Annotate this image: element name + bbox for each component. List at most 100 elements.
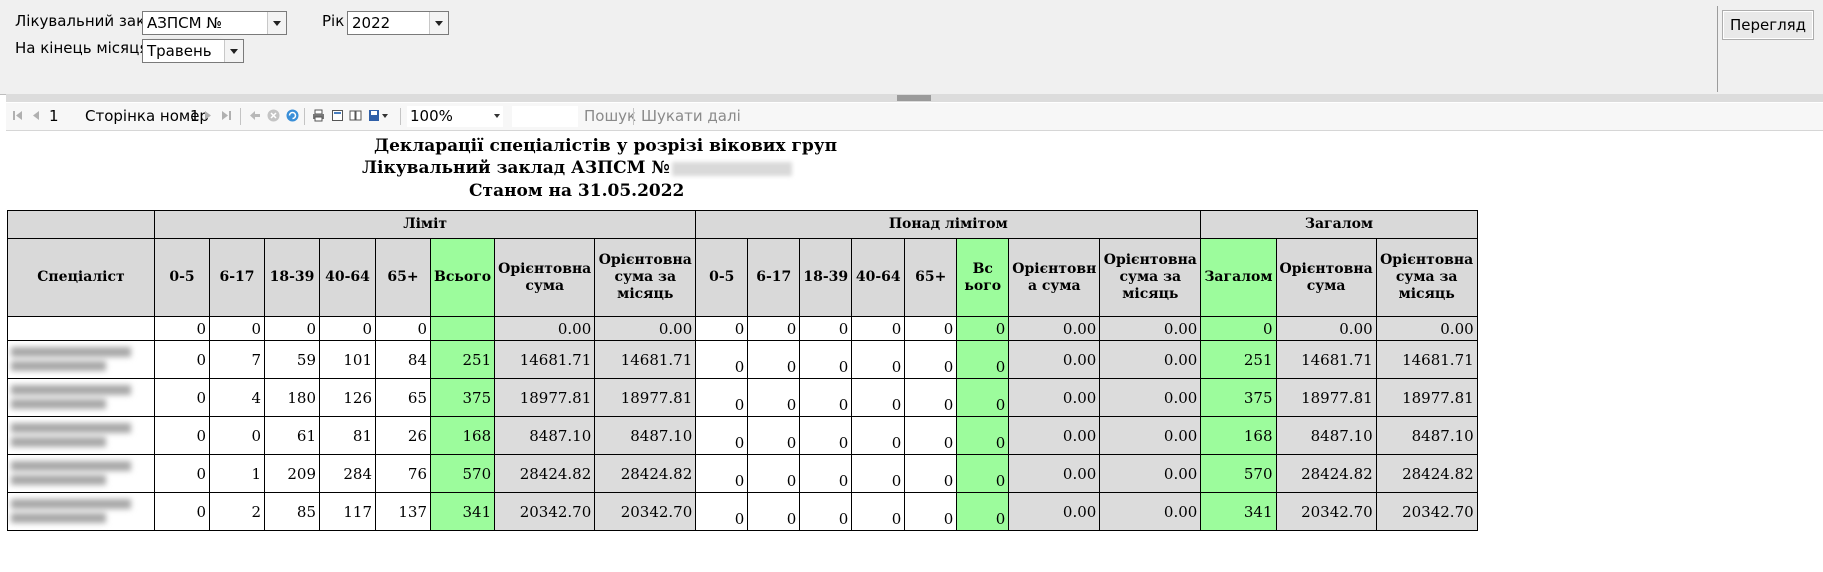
total-cell: 341 xyxy=(1200,492,1277,531)
first-page-icon[interactable] xyxy=(11,109,24,122)
over-cell: 0 xyxy=(956,378,1010,417)
limit-cell: 28424.82 xyxy=(494,454,596,493)
search-input[interactable] xyxy=(512,106,578,127)
limit-cell: 570 xyxy=(429,454,496,493)
total-cell: 375 xyxy=(1200,378,1277,417)
view-report-button[interactable]: Перегляд xyxy=(1722,10,1814,40)
over-cell: 0 xyxy=(851,316,906,341)
limit-cell: 0 xyxy=(154,378,210,417)
over-cell: 0 xyxy=(799,316,853,341)
column-header: Орієнтовна сума xyxy=(1275,238,1377,317)
column-header: 18-39 xyxy=(264,238,320,317)
search-button[interactable]: Пошук xyxy=(584,107,636,125)
limit-cell: 0.00 xyxy=(494,316,596,341)
limit-cell: 18977.81 xyxy=(494,378,596,417)
chevron-down-icon[interactable] xyxy=(224,40,243,62)
specialist-name-cell xyxy=(7,454,155,493)
specialist-name-cell xyxy=(7,416,155,455)
facility-select[interactable]: АЗПСМ № xyxy=(142,11,287,52)
last-page-icon[interactable] xyxy=(220,109,233,122)
chevron-down-icon[interactable] xyxy=(381,109,389,122)
chevron-down-icon[interactable] xyxy=(267,12,286,34)
year-select[interactable]: 2022 xyxy=(347,11,449,35)
column-header: 40-64 xyxy=(319,238,376,317)
column-header: Загалом xyxy=(1200,238,1277,317)
over-cell: 0.00 xyxy=(1099,454,1202,493)
export-icon[interactable] xyxy=(368,109,381,122)
over-cell: 0 xyxy=(799,416,853,455)
page-setup-icon[interactable] xyxy=(349,109,362,122)
redacted-name xyxy=(11,343,151,377)
print-layout-icon[interactable] xyxy=(331,109,344,122)
limit-cell: 180 xyxy=(264,378,320,417)
over-cell: 0.00 xyxy=(1008,316,1101,341)
over-cell: 0 xyxy=(695,492,749,531)
limit-cell: 0 xyxy=(154,316,210,341)
refresh-icon[interactable] xyxy=(286,109,299,122)
back-icon[interactable] xyxy=(248,109,261,122)
column-header: 6-17 xyxy=(209,238,265,317)
over-cell: 0 xyxy=(695,316,749,341)
redacted-name xyxy=(11,457,151,491)
previous-page-icon[interactable] xyxy=(29,109,42,122)
next-page-icon[interactable] xyxy=(202,109,215,122)
over-cell: 0 xyxy=(904,316,958,341)
panel-divider xyxy=(1717,6,1718,92)
over-cell: 0 xyxy=(851,416,906,455)
over-cell: 0.00 xyxy=(1008,454,1101,493)
limit-cell: 101 xyxy=(319,340,376,379)
collapse-handle-icon[interactable] xyxy=(897,95,931,101)
limit-cell: 0 xyxy=(319,316,376,341)
total-cell: 20342.70 xyxy=(1375,492,1478,531)
zoom-value: 100% xyxy=(410,107,453,125)
total-cell: 0.00 xyxy=(1375,316,1478,341)
column-header: Орієнтовна сума за місяць xyxy=(1375,238,1478,317)
print-icon[interactable] xyxy=(312,109,325,122)
over-cell: 0 xyxy=(695,416,749,455)
year-value: 2022 xyxy=(352,14,391,32)
limit-cell: 14681.71 xyxy=(494,340,596,379)
specialist-name-cell xyxy=(7,492,155,531)
over-cell: 0 xyxy=(851,340,906,379)
limit-cell: 14681.71 xyxy=(594,340,697,379)
total-cell: 14681.71 xyxy=(1275,340,1377,379)
table-row: 0 4 180 126 65 375 18977.81 18977.81 0 0 0 0 0 0 0.00 0… xyxy=(7,378,1478,417)
stop-icon[interactable] xyxy=(267,109,280,122)
over-cell: 0 xyxy=(904,416,958,455)
year-label: Рік xyxy=(322,12,345,30)
limit-cell: 18977.81 xyxy=(594,378,697,417)
column-header: Орієнтовн а сума xyxy=(1008,238,1101,317)
total-pages: 1 xyxy=(190,107,200,125)
report-toolbar: 1 Сторінка номер 1 100% Пошук Шукати дал… xyxy=(6,103,1823,131)
limit-cell: 0 xyxy=(154,340,210,379)
limit-cell: 0 xyxy=(209,416,265,455)
total-cell: 0.00 xyxy=(1275,316,1377,341)
limit-cell: 81 xyxy=(319,416,376,455)
chevron-down-icon[interactable] xyxy=(429,12,448,34)
limit-cell: 137 xyxy=(375,492,431,531)
limit-cell: 85 xyxy=(264,492,320,531)
zoom-select[interactable]: 100% xyxy=(407,106,503,127)
over-cell: 0 xyxy=(851,492,906,531)
column-header: 0-5 xyxy=(695,238,749,317)
limit-cell: 209 xyxy=(264,454,320,493)
chevron-down-icon[interactable] xyxy=(493,112,501,120)
total-cell: 0 xyxy=(1200,316,1277,341)
total-cell: 18977.81 xyxy=(1275,378,1377,417)
current-page-input[interactable]: 1 xyxy=(49,107,59,125)
limit-cell: 59 xyxy=(264,340,320,379)
table-row: 0 0 0 0 0 0.00 0.00 0 0 0 0 0 0 0.00 0.00 0 0.00 0.00 xyxy=(7,316,1478,341)
limit-cell: 341 xyxy=(429,492,496,531)
separator xyxy=(633,108,634,125)
limit-cell: 168 xyxy=(429,416,496,455)
specialist-name-cell xyxy=(7,378,155,417)
table-row: 0 7 59 101 84 251 14681.71 14681.71 0 0 0 0 0 0 0.00 0.… xyxy=(7,340,1478,379)
redacted-name xyxy=(11,419,151,453)
search-next-button[interactable]: Шукати далі xyxy=(641,107,741,125)
month-select[interactable]: Травень xyxy=(142,39,244,63)
over-cell: 0 xyxy=(851,378,906,417)
total-cell: 8487.10 xyxy=(1275,416,1377,455)
limit-cell: 26 xyxy=(375,416,431,455)
column-header: 18-39 xyxy=(799,238,853,317)
over-cell: 0 xyxy=(747,492,801,531)
